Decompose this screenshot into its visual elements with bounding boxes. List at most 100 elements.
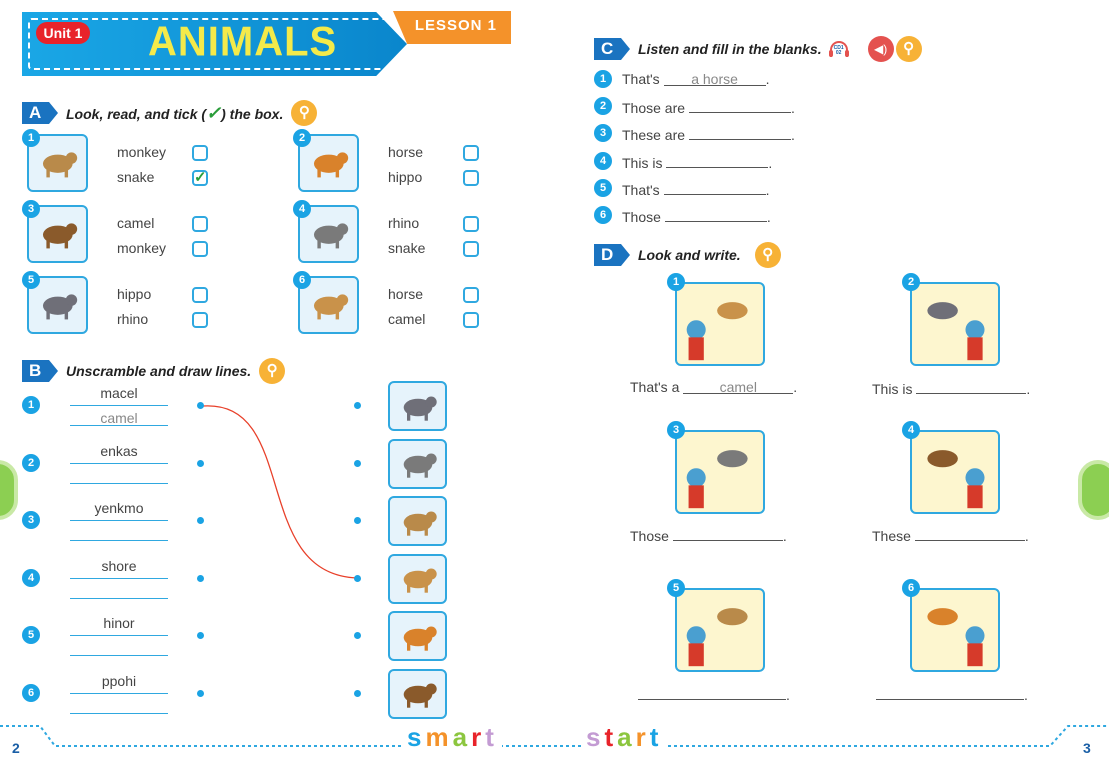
match-dot-left[interactable] [197,574,204,582]
blank-input[interactable]: camel [683,379,794,395]
item-number: 3 [667,421,685,439]
scrambled-word: ppohi [101,672,137,689]
item-number: 6 [22,683,40,702]
item-number: 6 [594,206,612,224]
sentence: This is . [872,379,1031,397]
camel-scene [686,302,748,361]
sentence-prefix: Those [630,528,669,544]
answer-line [70,520,168,521]
item-number: 5 [22,626,40,644]
sentence: This is . [622,153,773,171]
camel-image [403,568,437,593]
section-letter: D [594,244,630,266]
blank-input[interactable] [876,685,1024,700]
next-page-tab[interactable] [1078,460,1109,520]
scrambled-word: yenkmo [94,500,144,516]
sentence: These are . [622,125,795,144]
brand-smart: smart [403,722,502,753]
blank-input[interactable] [664,207,767,222]
sentence-prefix: That's a [630,379,680,395]
item-number: 2 [594,97,612,116]
monkey-image [403,683,437,708]
sentence-prefix: This is [622,154,663,171]
item-number: 2 [902,273,920,291]
item-number: 1 [594,70,612,88]
sentence-prefix: That's [622,71,660,87]
scene-picture [675,588,765,672]
answer-input[interactable] [70,699,168,714]
answer-key-icon[interactable]: ⚲ [754,242,781,268]
blank-input[interactable]: a horse [663,71,766,87]
sentence: Those . [630,526,787,544]
animal-picture [388,611,447,661]
hippo-image [403,396,437,421]
item-number: 3 [22,511,40,529]
sentence-prefix: These [872,528,911,544]
item-number: 3 [594,124,612,143]
match-dot-right[interactable] [354,459,361,467]
scene-picture [910,282,1000,366]
match-dot-right[interactable] [354,574,361,582]
blank-input[interactable] [638,685,786,700]
sentence: That's a horse. [622,71,770,87]
match-dot-left[interactable] [197,632,204,639]
match-dot-left[interactable] [197,402,204,409]
match-dot-left[interactable] [197,689,204,697]
rhino-image [403,453,437,478]
blank-input[interactable] [688,98,791,114]
match-dot-right[interactable] [354,632,361,639]
item-number: 4 [594,151,612,170]
match-dot-left[interactable] [197,459,204,467]
scrambled-word: macel [100,385,138,401]
match-dot-right[interactable] [354,517,361,524]
answer-input[interactable] [70,584,168,599]
animal-picture [388,381,447,431]
sentence: Those are . [622,98,795,117]
sentence: These . [872,526,1029,544]
sentence: . [638,685,790,703]
hippo-scene [927,302,985,361]
page-number-left: 2 [12,740,20,756]
section-c-header: C Listen and fill in the blanks. CD1 02 … [594,36,922,62]
answer-line [70,692,168,694]
monkeys-scene [927,450,985,509]
matching-line [202,405,359,579]
answer-input[interactable]: camel [70,411,168,426]
match-dot-left[interactable] [197,517,204,524]
answer-input[interactable] [70,641,168,656]
snakes-scene [686,608,748,667]
snake-image [403,511,437,536]
brand-word: smart [407,722,498,752]
item-number: 1 [667,273,685,291]
answer-key-icon[interactable]: ⚲ [895,36,922,62]
sentence-prefix: Those are [622,100,686,117]
match-dot-right[interactable] [354,689,361,697]
item-number: 6 [902,579,920,597]
scene-picture [910,430,1000,514]
answer-input[interactable] [70,526,168,541]
scrambled-word: hinor [103,615,135,631]
page-number-right: 3 [1083,740,1091,756]
sentence: That's a camel. [630,379,798,395]
blank-input[interactable] [666,153,769,168]
item-number: 5 [667,579,685,597]
blank-input[interactable] [916,379,1027,394]
sentence-prefix: These are [622,127,686,144]
blank-input[interactable] [914,526,1025,541]
blank-input[interactable] [663,180,766,195]
scene-picture [675,430,765,514]
item-number: 4 [22,568,40,587]
horse-image [403,626,437,651]
scrambled-word: shore [101,557,137,574]
instruction: Look and write. [638,247,741,263]
animal-picture [388,496,447,546]
blank-input[interactable] [672,526,783,541]
blank-input[interactable] [688,125,791,141]
item-number: 5 [594,178,612,197]
headphones-icon: CD1 02 [828,41,849,57]
scrambled-word: enkas [100,442,138,459]
audio-play-button[interactable]: ◀) [867,36,894,62]
scene-picture [910,588,1000,672]
match-dot-right[interactable] [354,402,361,409]
answer-input[interactable] [70,469,168,484]
